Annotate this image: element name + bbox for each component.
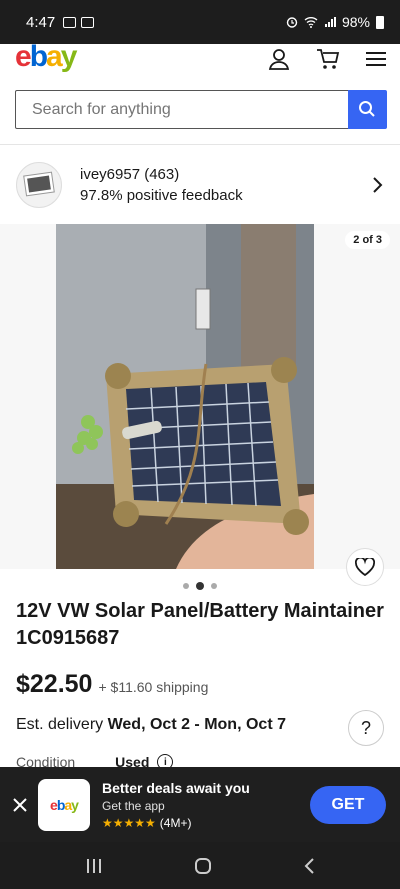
recent-apps-icon[interactable]: [85, 858, 103, 874]
seller-info: ivey6957 (463) 97.8% positive feedback: [80, 166, 243, 204]
ebay-logo[interactable]: ebay: [15, 40, 78, 73]
banner-text: Better deals await you Get the app ★★★★★…: [102, 780, 250, 830]
logo-letter-b: b: [29, 40, 48, 73]
home-icon[interactable]: [194, 857, 212, 875]
search-button[interactable]: [347, 89, 387, 129]
battery-percent: 98%: [341, 14, 370, 30]
heart-icon: [355, 558, 375, 576]
delivery-dates: Wed, Oct 2 - Mon, Oct 7: [107, 716, 286, 733]
notification-icons: [63, 16, 95, 28]
image-counter: 2 of 3: [345, 231, 390, 249]
system-nav-bar: [0, 842, 400, 889]
seller-photo-icon: [23, 171, 55, 196]
watch-button[interactable]: [346, 548, 384, 586]
gallery-notification-icon: [81, 16, 95, 28]
cart-icon[interactable]: [316, 48, 340, 70]
gallery-pagination: [0, 582, 400, 590]
account-icon[interactable]: [268, 48, 290, 70]
banner-subtitle: Get the app: [102, 798, 165, 813]
banner-title: Better deals await you: [102, 779, 250, 796]
product-photo[interactable]: [56, 224, 314, 569]
search-icon: [359, 101, 375, 117]
search-bar: [15, 89, 387, 129]
get-app-button[interactable]: GET: [310, 785, 386, 824]
signal-icon: [324, 17, 336, 27]
rating-count: (4M+): [159, 815, 192, 830]
seller-name: ivey6957 (463): [80, 165, 180, 183]
image-gallery[interactable]: 2 of 3: [0, 224, 400, 569]
delivery-help-button[interactable]: ?: [348, 710, 384, 746]
app-header: ebay: [0, 40, 400, 144]
chevron-right-icon[interactable]: [372, 176, 384, 194]
delivery-prefix: Est. delivery: [16, 716, 108, 733]
logo-letter-e: e: [15, 40, 32, 73]
pagination-dot[interactable]: [183, 583, 189, 589]
delivery-estimate: Est. delivery Wed, Oct 2 - Mon, Oct 7: [16, 716, 286, 734]
ebay-app-logo: ebay: [38, 778, 90, 831]
seller-feedback: 97.8% positive feedback: [80, 186, 243, 204]
status-right: 98%: [286, 14, 384, 30]
notification-icon: [63, 16, 77, 28]
logo-letter-y: y: [60, 40, 78, 73]
question-icon: ?: [360, 717, 371, 738]
listing-price: $22.50: [16, 670, 93, 698]
seller-avatar: [16, 161, 62, 208]
search-input[interactable]: [16, 91, 348, 128]
banner-rating: ★★★★★ (4M+): [102, 816, 250, 830]
seller-row[interactable]: ivey6957 (463) 97.8% positive feedback: [0, 144, 400, 224]
header-icons: [268, 48, 386, 70]
shipping-cost: + $11.60 shipping: [98, 679, 209, 695]
status-bar: 4:47 98%: [0, 0, 400, 44]
menu-icon[interactable]: [366, 51, 386, 67]
close-icon: [13, 797, 27, 812]
solar-panel-photo: [56, 224, 314, 569]
listing-title: 12V VW Solar Panel/Battery Maintainer 1C…: [16, 600, 384, 649]
price-row: $22.50 + $11.60 shipping: [16, 670, 208, 699]
pagination-dot[interactable]: [211, 583, 217, 589]
star-rating-icons: ★★★★★: [102, 815, 156, 830]
status-time: 4:47: [26, 13, 56, 31]
wifi-icon: [304, 17, 318, 28]
pagination-dot-active[interactable]: [196, 582, 204, 590]
back-icon[interactable]: [303, 857, 315, 875]
alarm-icon: [286, 17, 298, 28]
battery-icon: [376, 15, 384, 29]
close-banner-button[interactable]: [10, 797, 30, 812]
app-banner: ebay Better deals await you Get the app …: [0, 767, 400, 842]
logo-letter-a: a: [46, 40, 63, 73]
